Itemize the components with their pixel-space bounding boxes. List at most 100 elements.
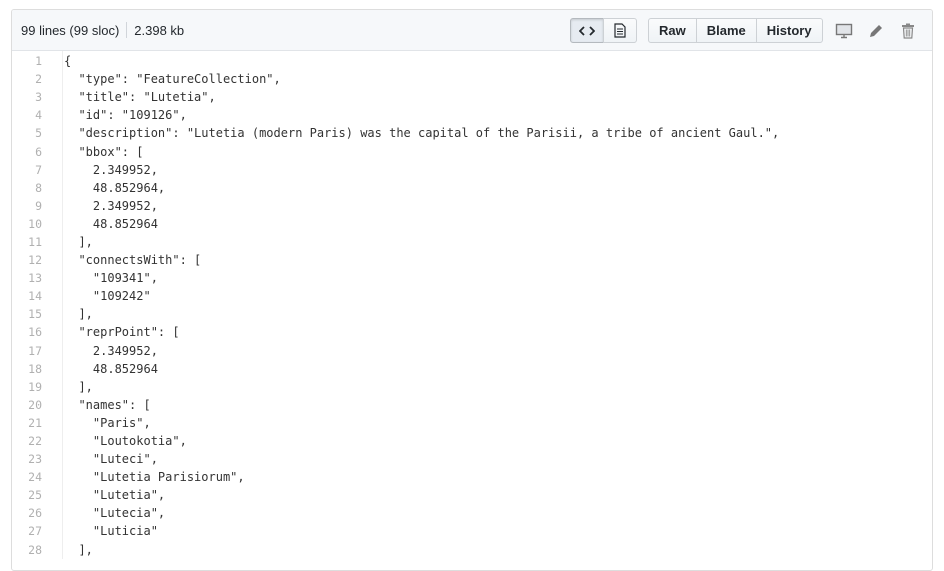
code-line: 21 "Paris", — [12, 414, 932, 432]
line-content: "id": "109126", — [64, 108, 187, 123]
blame-button[interactable]: Blame — [695, 18, 757, 43]
line-number[interactable]: 23 — [12, 452, 52, 466]
code-line: 4 "id": "109126", — [12, 106, 932, 124]
code-line: 16 "reprPoint": [ — [12, 323, 932, 341]
code-icon — [579, 25, 595, 36]
code-line: 15 ], — [12, 305, 932, 323]
raw-button[interactable]: Raw — [648, 18, 697, 43]
line-number[interactable]: 14 — [12, 289, 52, 303]
code-line: 11 ], — [12, 233, 932, 251]
line-number[interactable]: 27 — [12, 524, 52, 538]
code-line: 24 "Lutetia Parisiorum", — [12, 468, 932, 486]
pencil-icon — [870, 25, 882, 37]
line-number[interactable]: 8 — [12, 181, 52, 195]
file-viewer: 99 lines (99 sloc) 2.398 kb Raw Blame Hi… — [11, 9, 933, 571]
line-content: "reprPoint": [ — [64, 325, 180, 340]
code-line: 26 "Lutecia", — [12, 504, 932, 522]
code-line: 17 2.349952, — [12, 342, 932, 360]
line-number[interactable]: 17 — [12, 344, 52, 358]
code-line: 18 48.852964 — [12, 360, 932, 378]
line-content: "Loutokotia", — [64, 434, 187, 449]
line-number[interactable]: 3 — [12, 90, 52, 104]
line-number[interactable]: 10 — [12, 217, 52, 231]
line-number[interactable]: 16 — [12, 325, 52, 339]
line-content: "Lutetia", — [64, 488, 166, 503]
code-line: 2 "type": "FeatureCollection", — [12, 70, 932, 88]
gutter-border — [62, 51, 63, 559]
delete-file-button[interactable] — [897, 20, 919, 42]
line-content: 2.349952, — [64, 343, 158, 358]
code-line: 12 "connectsWith": [ — [12, 251, 932, 269]
code-body: 1{2 "type": "FeatureCollection", 3 "title… — [12, 51, 932, 559]
line-number[interactable]: 18 — [12, 362, 52, 376]
file-header: 99 lines (99 sloc) 2.398 kb Raw Blame Hi… — [12, 10, 932, 51]
line-number[interactable]: 4 — [12, 108, 52, 122]
line-content: "names": [ — [64, 397, 151, 412]
line-number[interactable]: 15 — [12, 307, 52, 321]
file-info: 99 lines (99 sloc) 2.398 kb — [21, 10, 184, 50]
line-number[interactable]: 12 — [12, 253, 52, 267]
code-line: 1{ — [12, 52, 932, 70]
line-number[interactable]: 26 — [12, 506, 52, 520]
line-number[interactable]: 24 — [12, 470, 52, 484]
code-line: 6 "bbox": [ — [12, 142, 932, 160]
lines-info: 99 lines (99 sloc) — [21, 22, 120, 38]
code-line: 20 "names": [ — [12, 396, 932, 414]
line-content: "Paris", — [64, 415, 151, 430]
view-toggle-group — [570, 18, 637, 43]
line-content: 48.852964, — [64, 180, 166, 195]
line-number[interactable]: 11 — [12, 235, 52, 249]
line-content: "bbox": [ — [64, 144, 144, 159]
line-content: "type": "FeatureCollection", — [64, 72, 281, 87]
line-content: "description": "Lutetia (modern Paris) w… — [64, 126, 780, 141]
line-content: ], — [64, 234, 93, 249]
line-number[interactable]: 2 — [12, 72, 52, 86]
line-number[interactable]: 9 — [12, 199, 52, 213]
code-line: 23 "Luteci", — [12, 450, 932, 468]
line-content: 48.852964 — [64, 361, 158, 376]
line-number[interactable]: 13 — [12, 271, 52, 285]
open-desktop-button[interactable] — [833, 20, 855, 42]
line-number[interactable]: 22 — [12, 434, 52, 448]
line-content: "Lutetia Parisiorum", — [64, 470, 245, 485]
line-number[interactable]: 5 — [12, 126, 52, 140]
code-line: 9 2.349952, — [12, 197, 932, 215]
code-line: 13 "109341", — [12, 269, 932, 287]
line-content: 2.349952, — [64, 162, 158, 177]
line-content: "Lutecia", — [64, 506, 166, 521]
code-line: 7 2.349952, — [12, 161, 932, 179]
trash-icon — [902, 23, 914, 39]
file-actions-group: Raw Blame History — [648, 18, 823, 43]
line-number[interactable]: 21 — [12, 416, 52, 430]
line-content: 2.349952, — [64, 198, 158, 213]
line-number[interactable]: 6 — [12, 145, 52, 159]
line-number[interactable]: 25 — [12, 488, 52, 502]
history-button[interactable]: History — [755, 18, 823, 43]
code-line: 25 "Lutetia", — [12, 486, 932, 504]
file-view-button[interactable] — [603, 18, 637, 43]
line-content: "109341", — [64, 271, 158, 286]
code-line: 19 ], — [12, 378, 932, 396]
line-number[interactable]: 7 — [12, 163, 52, 177]
line-number[interactable]: 20 — [12, 398, 52, 412]
file-size: 2.398 kb — [134, 22, 185, 38]
code-line: 10 48.852964 — [12, 215, 932, 233]
file-info-divider — [126, 22, 128, 38]
code-line: 22 "Loutokotia", — [12, 432, 932, 450]
line-content: "109242" — [64, 289, 151, 304]
code-view-button[interactable] — [570, 18, 604, 43]
code-line: 3 "title": "Lutetia", — [12, 88, 932, 106]
line-content: ], — [64, 542, 93, 557]
line-content: ], — [64, 379, 93, 394]
line-content: 48.852964 — [64, 216, 158, 231]
code-line: 8 48.852964, — [12, 179, 932, 197]
line-number[interactable]: 19 — [12, 380, 52, 394]
line-content: "connectsWith": [ — [64, 253, 202, 268]
code-line: 14 "109242" — [12, 287, 932, 305]
edit-file-button[interactable] — [865, 20, 887, 42]
line-content: ], — [64, 307, 93, 322]
line-number[interactable]: 1 — [12, 54, 52, 68]
line-number[interactable]: 28 — [12, 543, 52, 557]
line-content: "Luticia" — [64, 524, 158, 539]
desktop-icon — [835, 23, 853, 39]
